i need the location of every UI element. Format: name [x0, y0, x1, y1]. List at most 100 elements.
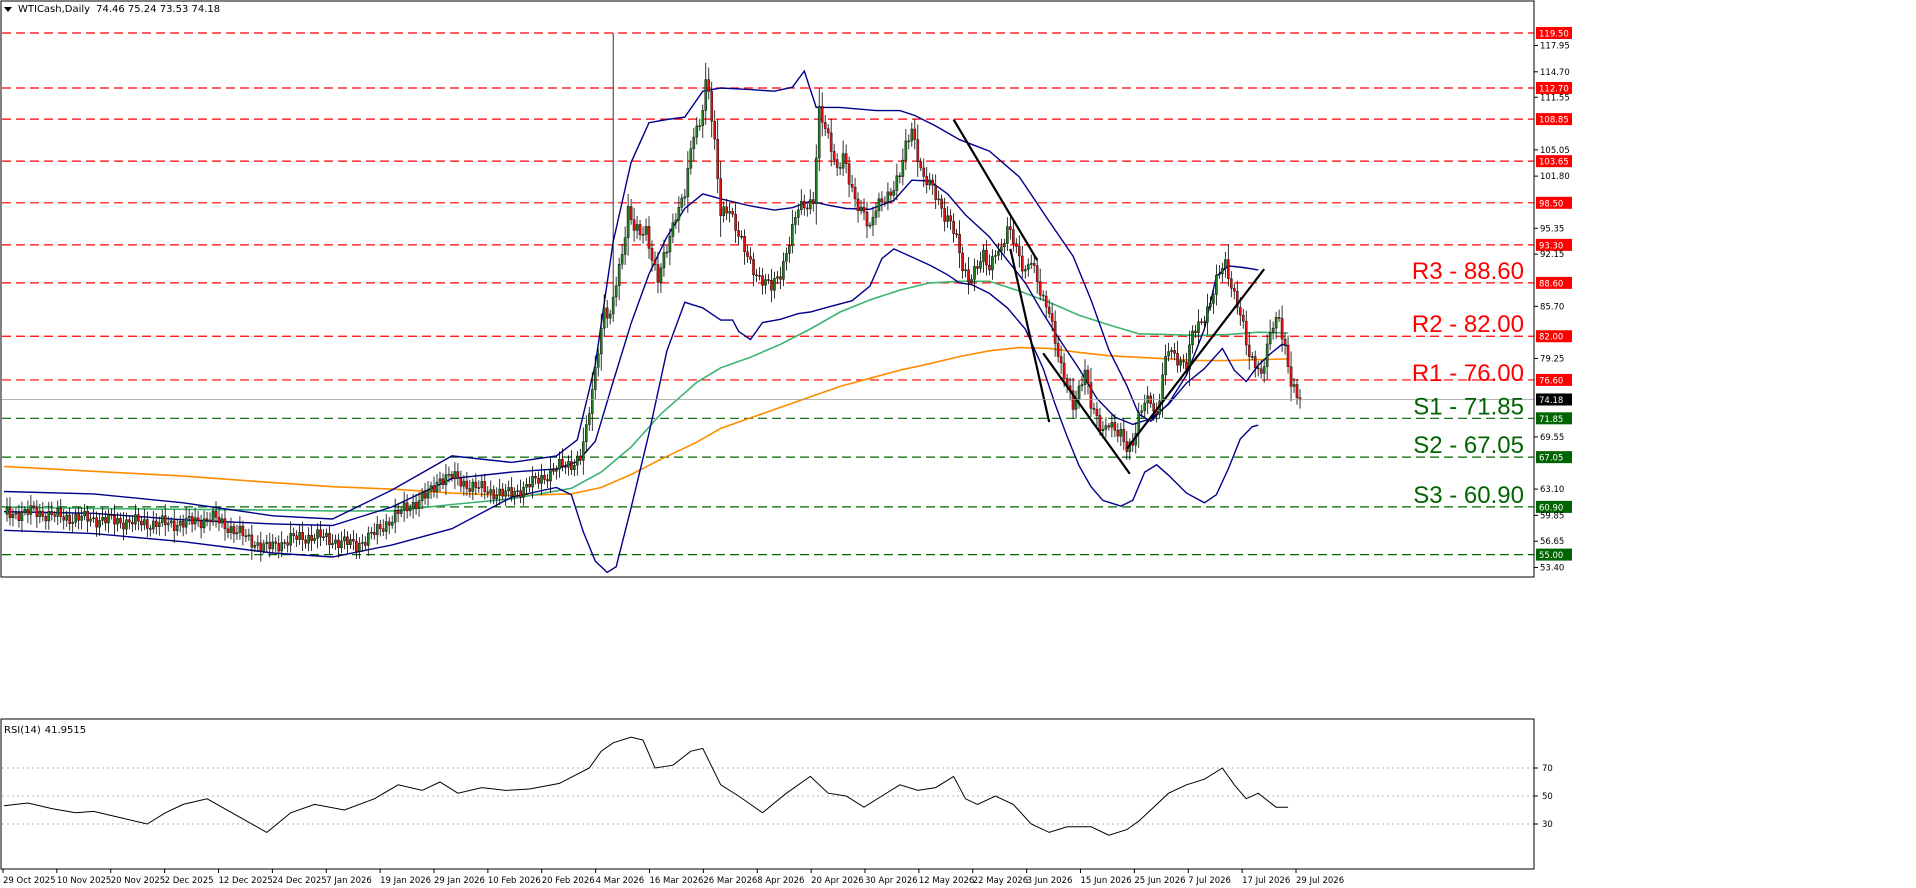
candle-body: [650, 248, 654, 261]
candle-body: [1059, 356, 1063, 364]
candle-body: [719, 178, 722, 216]
candle-body: [489, 489, 493, 494]
date-label: 10 Feb 2026: [488, 876, 541, 886]
date-label: 20 Apr 2026: [811, 876, 864, 886]
candle-body: [1044, 295, 1048, 308]
date-label: 16 Mar 2026: [650, 876, 704, 886]
candle-body: [1227, 259, 1230, 279]
candle-body: [994, 255, 997, 257]
candle-body: [800, 200, 803, 211]
level-tag-88.60: 88.60: [1539, 279, 1563, 289]
candle-body: [80, 515, 83, 521]
collapse-triangle-icon[interactable]: [4, 6, 12, 12]
candle-body: [1179, 360, 1182, 366]
level-label: R1 - 76.00: [1412, 360, 1524, 387]
candle-body: [814, 157, 818, 204]
rsi-tick-label: 50: [1542, 792, 1553, 802]
price-tick-label: 111.55: [1540, 93, 1570, 103]
candle-body: [289, 533, 292, 546]
candle-body: [865, 211, 869, 227]
candle-body: [265, 541, 269, 544]
candle-body: [352, 539, 355, 542]
candle-body: [850, 184, 854, 188]
candle-body: [384, 521, 388, 532]
candle-body: [414, 502, 418, 509]
candle-body: [605, 307, 609, 319]
candle-body: [169, 520, 173, 524]
candle-body: [271, 541, 275, 550]
candle-body: [1221, 268, 1224, 275]
candle-body: [937, 198, 940, 201]
candle-body: [1041, 294, 1045, 297]
candle-body: [561, 458, 564, 467]
candle-body: [1215, 274, 1218, 295]
candle-body: [223, 518, 227, 530]
candle-body: [95, 517, 98, 528]
candle-body: [632, 219, 636, 231]
candle-body: [889, 191, 893, 196]
candle-body: [205, 518, 209, 521]
candle-body: [668, 236, 672, 253]
candle-body: [1110, 422, 1114, 428]
candle-body: [134, 514, 137, 525]
candle-body: [477, 487, 481, 489]
price-tick-label: 95.35: [1540, 224, 1564, 234]
candle-body: [411, 502, 415, 509]
candle-body: [23, 509, 27, 513]
price-tick-label: 59.85: [1540, 511, 1564, 521]
candle-body: [665, 251, 669, 254]
date-label: 24 Dec 2025: [272, 876, 326, 886]
candle-body: [1012, 229, 1015, 244]
candle-body: [767, 279, 770, 281]
candle-body: [1080, 384, 1084, 387]
candle-body: [1047, 306, 1051, 314]
candle-body: [29, 505, 33, 515]
candle-body: [426, 490, 430, 499]
candle-body: [1029, 263, 1033, 265]
candle-body: [516, 490, 519, 492]
candle-body: [513, 491, 516, 497]
candle-body: [140, 520, 143, 526]
date-label: 8 Apr 2026: [757, 876, 804, 886]
candle-body: [178, 521, 182, 526]
candle-body: [417, 500, 421, 509]
candle-body: [587, 413, 591, 425]
date-label: 12 Dec 2025: [219, 876, 273, 886]
candle-body: [74, 513, 77, 523]
candle-body: [444, 474, 448, 486]
candle-body: [534, 476, 537, 479]
candle-body: [226, 528, 230, 533]
candle-body: [853, 186, 857, 200]
candle-body: [805, 207, 809, 210]
candle-body: [626, 206, 630, 238]
candle-body: [519, 490, 522, 498]
candle-body: [540, 475, 543, 484]
candle-body: [8, 507, 12, 518]
candle-body: [755, 274, 758, 277]
level-label: S3 - 60.90: [1413, 482, 1524, 509]
candle-body: [1056, 343, 1060, 357]
candle-body: [310, 534, 313, 541]
rsi-tick-label: 30: [1542, 820, 1553, 830]
candle-body: [611, 296, 615, 315]
candle-body: [961, 252, 964, 272]
candle-body: [483, 481, 487, 492]
candle-body: [101, 517, 104, 521]
candle-body: [707, 79, 711, 92]
candle-body: [364, 542, 367, 546]
candle-body: [399, 510, 403, 514]
candle-body: [1298, 397, 1302, 400]
candle-body: [868, 224, 872, 227]
chart-header: WTICash,Daily 74.46 75.24 73.53 74.18: [4, 4, 226, 15]
candle-body: [331, 543, 334, 545]
candle-body: [695, 125, 699, 138]
candle-body: [710, 91, 714, 122]
candle-body: [934, 185, 937, 200]
date-label: 2 Dec 2025: [165, 876, 214, 886]
candle-body: [811, 199, 815, 204]
candle-body: [543, 475, 546, 480]
candle-body: [958, 234, 961, 254]
candle-body: [107, 514, 110, 524]
candle-body: [788, 245, 791, 254]
candle-body: [214, 510, 218, 518]
